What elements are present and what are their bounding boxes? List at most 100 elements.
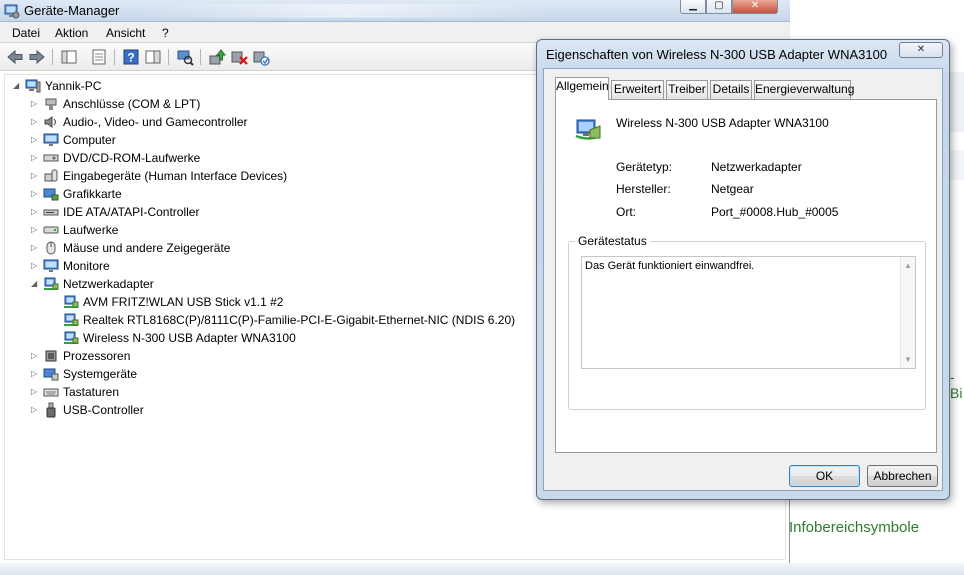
system-device-icon xyxy=(43,368,59,381)
collapse-triangle-icon[interactable]: ◢ xyxy=(13,82,21,90)
expand-triangle-icon[interactable]: ▷ xyxy=(31,154,39,162)
hid-icon xyxy=(44,169,58,182)
monitor-icon xyxy=(43,259,59,272)
network-adapter-icon xyxy=(44,277,59,290)
background-panel-edge-2 xyxy=(948,150,964,180)
dialog-body: Allgemein Erweitert Treiber Details Ener… xyxy=(543,68,943,491)
device-manager-app-icon xyxy=(4,4,20,19)
maximize-button[interactable]: ▢ xyxy=(706,0,732,14)
expand-triangle-icon[interactable]: ▷ xyxy=(31,172,39,180)
expand-triangle-icon[interactable]: ▷ xyxy=(31,100,39,108)
tab-treiber[interactable]: Treiber xyxy=(666,80,708,99)
help-icon[interactable]: ? xyxy=(122,48,140,66)
blurred-background-url xyxy=(140,4,550,18)
keyboard-icon xyxy=(43,388,59,397)
network-adapter-icon xyxy=(64,313,79,326)
tree-item-label: Tastaturen xyxy=(63,385,120,399)
menu-ansicht[interactable]: Ansicht xyxy=(106,26,145,40)
back-arrow-icon[interactable] xyxy=(6,48,24,66)
tree-item-label: DVD/CD-ROM-Laufwerke xyxy=(63,151,201,165)
toolbar-separator xyxy=(200,49,201,65)
uninstall-icon[interactable] xyxy=(230,48,248,66)
network-adapter-icon xyxy=(64,331,79,344)
tree-item-label: Monitore xyxy=(63,259,110,273)
port-icon xyxy=(45,98,57,110)
menu-datei[interactable]: Datei xyxy=(12,26,40,40)
window-title: Geräte-Manager xyxy=(24,3,120,18)
monitor-icon xyxy=(43,133,59,146)
background-link-infobereichsymbole[interactable]: Infobereichsymbole xyxy=(789,519,919,536)
disc-drive-icon xyxy=(43,154,59,162)
device-manager-titlebar[interactable]: Geräte-Manager ▁ ▢ ✕ xyxy=(0,0,790,22)
minimize-button[interactable]: ▁ xyxy=(680,0,706,14)
mouse-icon xyxy=(46,241,56,255)
processor-icon xyxy=(45,350,57,362)
tab-energieverwaltung[interactable]: Energieverwaltung xyxy=(754,80,854,99)
scan-hardware-icon[interactable] xyxy=(176,48,194,66)
action-pane-icon[interactable] xyxy=(144,48,162,66)
expand-triangle-icon[interactable]: ▷ xyxy=(31,244,39,252)
scroll-up-icon[interactable]: ▲ xyxy=(904,261,912,270)
menu-aktion[interactable]: Aktion xyxy=(55,26,88,40)
expand-triangle-icon[interactable]: ▷ xyxy=(31,406,39,414)
display-adapter-icon xyxy=(43,188,59,201)
expand-triangle-icon[interactable]: ▷ xyxy=(31,370,39,378)
speaker-icon xyxy=(44,116,56,128)
background-partial-text: -Bi xyxy=(950,369,963,401)
cancel-button[interactable]: Abbrechen xyxy=(867,465,938,487)
tree-item-label: Audio-, Video- und Gamecontroller xyxy=(63,115,248,129)
tree-item-label: Laufwerke xyxy=(63,223,119,237)
toolbar-separator xyxy=(52,49,53,65)
disk-drive-icon xyxy=(43,226,59,234)
tab-details[interactable]: Details xyxy=(710,80,752,99)
taskbar-strip xyxy=(0,563,964,575)
device-status-group: Gerätestatus Das Gerät funktioniert einw… xyxy=(568,234,926,410)
ide-controller-icon xyxy=(43,209,59,216)
tab-allgemein[interactable]: Allgemein xyxy=(555,77,609,100)
scroll-down-icon[interactable]: ▼ xyxy=(904,355,912,364)
tree-item-label: Wireless N-300 USB Adapter WNA3100 xyxy=(83,331,296,345)
collapse-triangle-icon[interactable]: ◢ xyxy=(31,280,39,288)
tab-erweitert[interactable]: Erweitert xyxy=(611,80,664,99)
expand-triangle-icon[interactable]: ▷ xyxy=(31,208,39,216)
property-value-ort: Port_#0008.Hub_#0005 xyxy=(711,205,839,219)
expand-triangle-icon[interactable]: ▷ xyxy=(31,352,39,360)
usb-icon xyxy=(46,402,56,418)
toolbar-separator xyxy=(168,49,169,65)
computer-icon xyxy=(25,79,41,93)
property-value-geraetetyp: Netzwerkadapter xyxy=(711,160,802,174)
property-label-hersteller: Hersteller: xyxy=(616,182,671,196)
tab-panel-allgemein: Wireless N-300 USB Adapter WNA3100 Gerät… xyxy=(555,99,937,453)
tree-item-label: Yannik-PC xyxy=(45,79,102,93)
network-adapter-icon xyxy=(575,119,601,140)
ok-button[interactable]: OK xyxy=(789,465,860,487)
background-panel-edge xyxy=(948,72,964,132)
svg-text:?: ? xyxy=(127,51,134,65)
tree-item-label: AVM FRITZ!WLAN USB Stick v1.1 #2 xyxy=(83,295,284,309)
menu-help[interactable]: ? xyxy=(162,26,169,40)
device-status-textbox[interactable]: Das Gerät funktioniert einwandfrei. ▲ ▼ xyxy=(581,256,916,369)
tree-item-label: Computer xyxy=(63,133,116,147)
tree-item-label: USB-Controller xyxy=(63,403,144,417)
dialog-close-button[interactable]: ✕ xyxy=(899,42,943,58)
tree-item-label: Eingabegeräte (Human Interface Devices) xyxy=(63,169,288,183)
status-scrollbar[interactable]: ▲ ▼ xyxy=(900,257,915,368)
expand-triangle-icon[interactable]: ▷ xyxy=(31,190,39,198)
expand-triangle-icon[interactable]: ▷ xyxy=(31,262,39,270)
console-tree-icon[interactable] xyxy=(60,48,78,66)
property-label-geraetetyp: Gerätetyp: xyxy=(616,160,673,174)
forward-arrow-icon[interactable] xyxy=(28,48,46,66)
update-driver-icon[interactable] xyxy=(208,48,226,66)
expand-triangle-icon[interactable]: ▷ xyxy=(31,388,39,396)
expand-triangle-icon[interactable]: ▷ xyxy=(31,136,39,144)
tree-item-label: Systemgeräte xyxy=(63,367,138,381)
properties-icon[interactable] xyxy=(90,48,108,66)
property-value-hersteller: Netgear xyxy=(711,182,754,196)
tree-item-label: Grafikkarte xyxy=(63,187,122,201)
device-status-label: Gerätestatus xyxy=(575,234,650,248)
close-button[interactable]: ✕ xyxy=(732,0,778,14)
tree-item-label: Anschlüsse (COM & LPT) xyxy=(63,97,201,111)
enable-device-icon[interactable] xyxy=(252,48,270,66)
expand-triangle-icon[interactable]: ▷ xyxy=(31,118,39,126)
expand-triangle-icon[interactable]: ▷ xyxy=(31,226,39,234)
